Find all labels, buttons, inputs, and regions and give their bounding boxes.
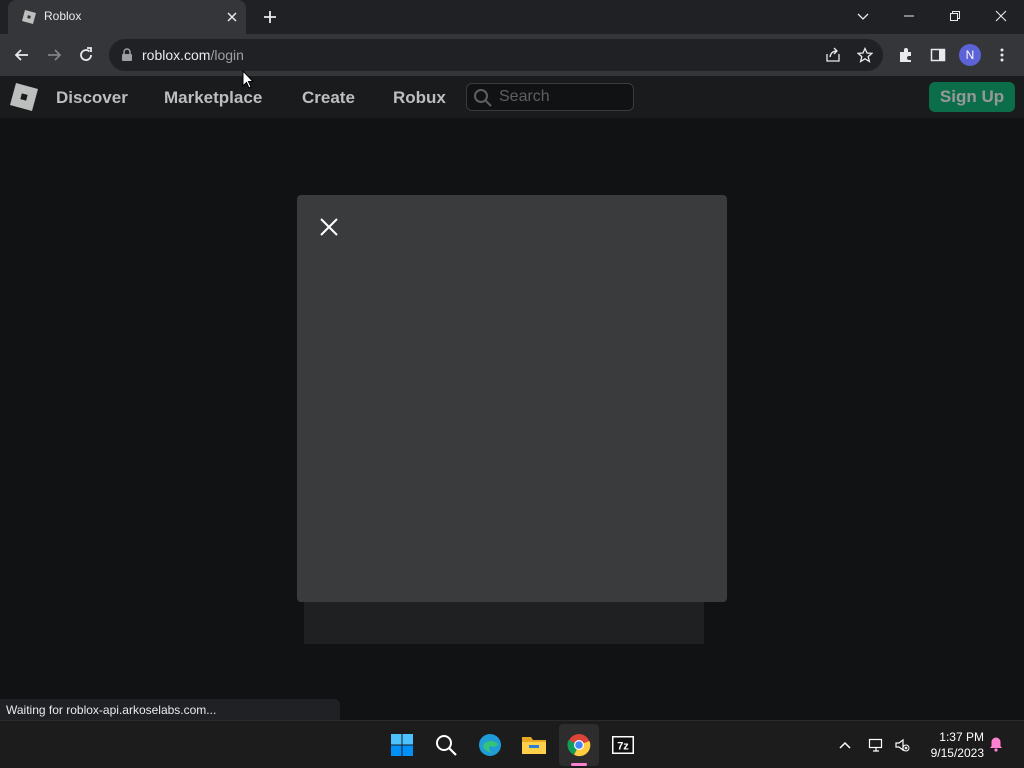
nav-marketplace[interactable]: Marketplace xyxy=(164,88,262,108)
search-icon xyxy=(436,735,457,756)
svg-text:7z: 7z xyxy=(617,741,629,753)
nav-create[interactable]: Create xyxy=(302,88,355,108)
arrow-left-icon xyxy=(14,49,28,61)
new-tab-icon[interactable] xyxy=(261,8,279,26)
volume-muted-icon[interactable] xyxy=(894,737,910,753)
browser-toolbar: roblox.com/login xyxy=(0,34,1024,76)
tab-search-button[interactable] xyxy=(840,0,886,32)
side-panel-button[interactable] xyxy=(928,45,948,65)
edge-icon xyxy=(479,734,501,756)
reload-icon xyxy=(80,47,92,61)
taskbar-file-explorer[interactable] xyxy=(521,732,547,758)
roblox-favicon-icon xyxy=(22,10,36,24)
modal-footer-placeholder xyxy=(304,602,704,644)
close-window-button[interactable] xyxy=(978,0,1024,32)
site-header: Discover Marketplace Create Robux Sign U… xyxy=(0,76,1024,118)
close-icon xyxy=(995,10,1007,22)
nav-robux[interactable]: Robux xyxy=(393,88,446,108)
system-clock[interactable]: 1:37 PM 9/15/2023 xyxy=(922,729,984,761)
menu-button[interactable] xyxy=(992,45,1012,65)
taskbar-edge[interactable] xyxy=(477,732,503,758)
taskbar-search-button[interactable] xyxy=(433,732,459,758)
star-bookmark-icon[interactable] xyxy=(857,47,873,63)
clock-date: 9/15/2023 xyxy=(930,746,984,760)
windows-logo-icon xyxy=(391,734,413,756)
sign-up-button[interactable]: Sign Up xyxy=(929,82,1015,112)
minimize-button[interactable] xyxy=(886,0,932,32)
taskbar: 7z 1:37 PM 9/15/2023 xyxy=(0,720,1024,768)
address-bar[interactable]: roblox.com/login xyxy=(109,39,883,71)
restore-button[interactable] xyxy=(932,0,978,32)
7zip-icon: 7z xyxy=(612,736,634,754)
clock-time: 1:37 PM xyxy=(939,730,984,744)
taskbar-chrome[interactable] xyxy=(566,732,592,758)
chrome-icon xyxy=(567,734,591,757)
arrow-right-icon xyxy=(48,49,62,61)
mouse-cursor-icon xyxy=(242,70,254,89)
tab-close-icon[interactable] xyxy=(224,9,240,25)
tab-strip: Roblox xyxy=(0,0,1024,34)
side-panel-icon xyxy=(930,48,946,62)
search-icon xyxy=(474,89,492,107)
back-button[interactable] xyxy=(12,45,32,65)
restore-icon xyxy=(950,11,960,21)
notification-bell-icon[interactable] xyxy=(988,736,1004,752)
reload-button[interactable] xyxy=(76,45,96,65)
forward-button[interactable] xyxy=(44,45,64,65)
puzzle-icon xyxy=(900,48,911,62)
url-path: /login xyxy=(210,47,244,63)
kebab-menu-icon xyxy=(1000,48,1004,62)
lock-icon[interactable] xyxy=(121,48,133,62)
network-icon[interactable] xyxy=(868,737,884,753)
browser-tab[interactable]: Roblox xyxy=(8,0,246,34)
start-button[interactable] xyxy=(389,732,415,758)
login-modal xyxy=(297,195,727,602)
roblox-logo-icon[interactable] xyxy=(10,83,38,111)
chevron-up-icon[interactable] xyxy=(837,737,853,753)
folder-icon xyxy=(522,737,546,754)
nav-discover[interactable]: Discover xyxy=(56,88,128,108)
extensions-button[interactable] xyxy=(896,45,916,65)
chevron-down-icon xyxy=(857,13,869,20)
minimize-icon xyxy=(904,15,914,17)
profile-avatar[interactable]: N xyxy=(959,44,981,66)
tab-title: Roblox xyxy=(44,9,82,23)
share-icon[interactable] xyxy=(825,47,841,63)
search-box[interactable] xyxy=(466,83,634,111)
search-input[interactable] xyxy=(499,87,627,107)
taskbar-7zip[interactable]: 7z xyxy=(610,732,636,758)
url-text[interactable]: roblox.com/login xyxy=(142,47,244,63)
close-icon[interactable] xyxy=(320,218,338,236)
url-domain: roblox.com xyxy=(142,47,211,63)
active-app-indicator xyxy=(571,763,587,766)
status-bubble: Waiting for roblox-api.arkoselabs.com... xyxy=(0,699,340,720)
